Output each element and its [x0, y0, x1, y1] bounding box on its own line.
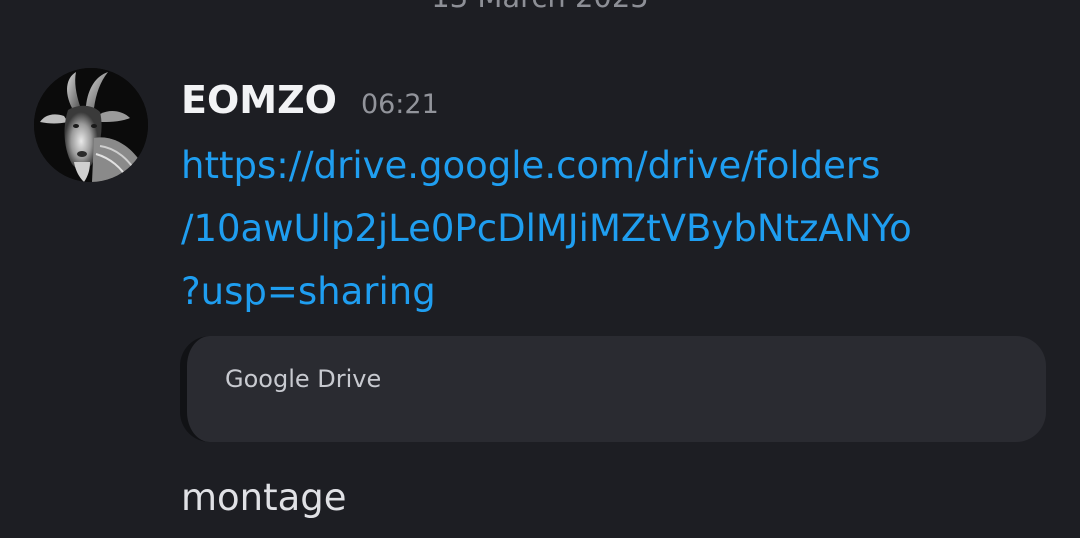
link-line: /10awUlp2jLe0PcDlMJiMZtVBybNtzANYo — [181, 207, 912, 250]
link-line: https://drive.google.com/drive/folders — [181, 144, 881, 187]
link-line: ?usp=sharing — [181, 270, 436, 313]
embed-provider: Google Drive — [225, 365, 382, 393]
goat-avatar-icon[interactable] — [34, 68, 148, 182]
next-message-text: montage — [181, 476, 347, 519]
link-embed[interactable]: Google Drive — [180, 336, 1046, 442]
drive-folder-link[interactable]: https://drive.google.com/drive/folders /… — [181, 134, 1061, 323]
message-header: EOMZO 06:21 — [181, 76, 439, 126]
author-name[interactable]: EOMZO — [181, 76, 337, 124]
message-timestamp: 06:21 — [360, 89, 439, 120]
date-divider: 13 March 2025 — [0, 0, 1080, 14]
chat-view: 13 March 2025 — [0, 0, 1080, 538]
